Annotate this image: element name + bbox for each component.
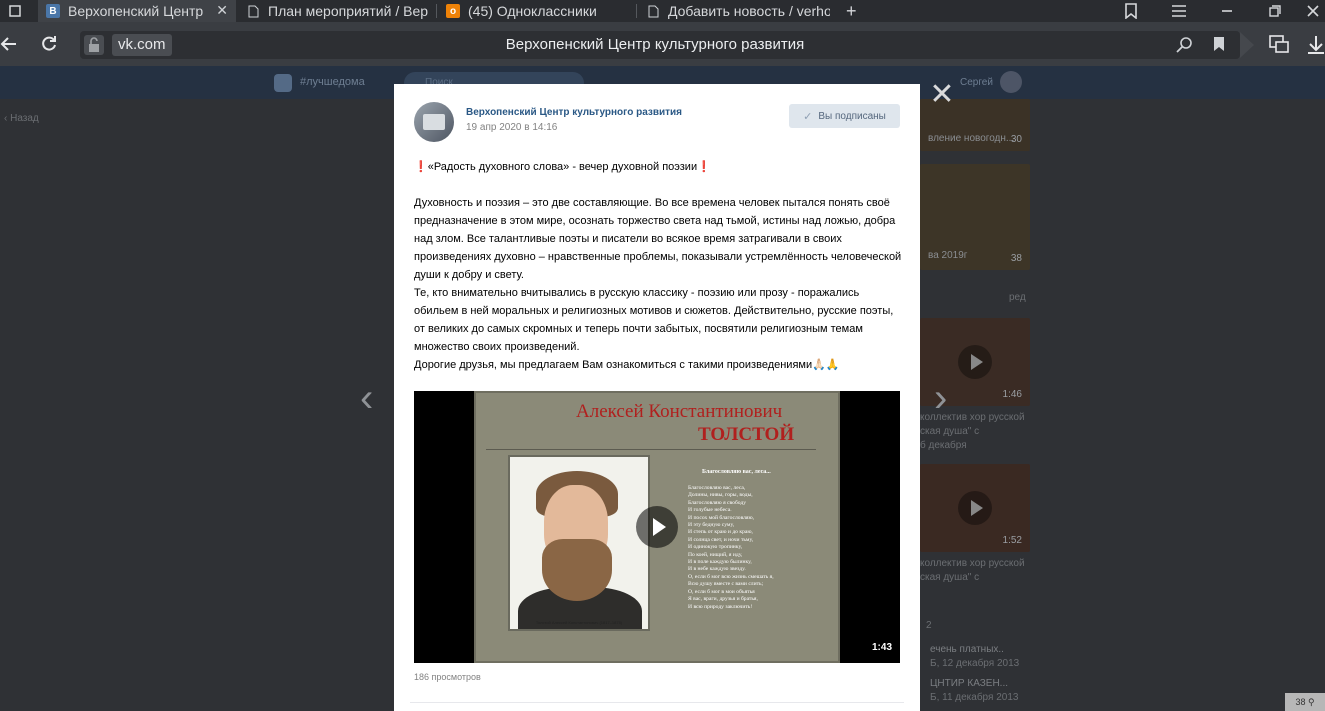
- online-counter[interactable]: 38 ⚲: [1285, 693, 1325, 711]
- play-icon: [958, 491, 992, 525]
- new-tab-button[interactable]: +: [846, 0, 872, 22]
- side-count: 2: [926, 620, 932, 631]
- poem-title: Благословляю вас, леса...: [702, 469, 771, 475]
- slide-title: Алексей Константинович: [576, 401, 783, 422]
- view-count: 186 просмотров: [414, 672, 481, 682]
- poem-text: Благословляю вас, леса, Долины, нивы, го…: [688, 485, 774, 610]
- exclamation-icon: ❗: [414, 161, 428, 173]
- related-strip: [1030, 99, 1325, 711]
- minimize-icon[interactable]: [1212, 0, 1242, 22]
- vk-hashtag[interactable]: #лучшедома: [300, 76, 365, 88]
- chat-icon[interactable]: [1268, 34, 1290, 56]
- close-window-icon[interactable]: [1298, 0, 1325, 22]
- post-title-line: ❗«Радость духовного слова» - вечер духов…: [414, 161, 711, 173]
- vk-user-name[interactable]: Сергей: [960, 77, 993, 88]
- ok-favicon-icon: o: [446, 4, 460, 18]
- divider: [410, 702, 904, 703]
- portrait-image: Толстой Алексей Константинович (1817–187…: [508, 455, 650, 631]
- group-avatar[interactable]: [414, 102, 454, 142]
- download-icon[interactable]: [1306, 34, 1325, 56]
- video-player[interactable]: Алексей Константинович ТОЛСТОЙ Толстой А…: [414, 391, 900, 663]
- video-duration: 1:43: [871, 642, 892, 653]
- user-avatar[interactable]: [1000, 71, 1022, 93]
- group-name-link[interactable]: Верхопенский Центр культурного развития: [466, 107, 682, 118]
- doc-link[interactable]: ечень платных..: [930, 644, 1004, 655]
- address-bar: vk.com Верхопенский Центр культурного ра…: [0, 22, 1325, 66]
- post-text: ❗«Радость духовного слова» - вечер духов…: [414, 158, 904, 374]
- address-page-title: Верхопенский Центр культурного развития: [505, 36, 805, 53]
- subscribed-button[interactable]: ✓ Вы подписаны: [789, 104, 900, 128]
- slide-title: ТОЛСТОЙ: [698, 424, 795, 445]
- play-icon[interactable]: [636, 506, 678, 548]
- tab-odnoklassniki[interactable]: o (45) Одноклассники: [438, 0, 634, 22]
- doc-link[interactable]: ЦНТИР КАЗЕН...: [930, 678, 1008, 689]
- screen: B Верхопенский Центр культурного развити…: [0, 0, 1325, 711]
- portrait-caption: Толстой Алексей Константинович (1817–187…: [535, 620, 623, 625]
- tab-add-news[interactable]: Добавить новость / verhopen: [638, 0, 834, 22]
- slide-divider: [486, 449, 816, 450]
- tab-plan[interactable]: План мероприятий / Верхопенский Центр: [238, 0, 434, 22]
- vk-favicon-icon: B: [46, 4, 60, 18]
- back-link[interactable]: ‹ Назад: [4, 113, 39, 124]
- close-modal-icon[interactable]: ✕: [928, 80, 956, 110]
- video-thumb[interactable]: 1:52: [920, 464, 1030, 552]
- exclamation-icon: ❗: [697, 161, 711, 173]
- next-post-icon[interactable]: ›: [934, 378, 947, 418]
- post-modal: Верхопенский Центр культурного развития …: [394, 84, 920, 711]
- check-icon: ✓: [803, 110, 813, 123]
- tab-separator: [436, 4, 437, 18]
- search-icon[interactable]: [1176, 36, 1194, 54]
- page-icon: [246, 4, 260, 18]
- prev-post-icon[interactable]: ‹: [360, 378, 373, 418]
- page-icon: [646, 4, 660, 18]
- sidebar-toggle-icon[interactable]: [0, 0, 30, 22]
- bookmarks-icon[interactable]: [1116, 0, 1146, 22]
- menu-icon[interactable]: [1164, 0, 1194, 22]
- bookmark-icon[interactable]: [1212, 36, 1228, 54]
- tab-vk[interactable]: B Верхопенский Центр культурного развити…: [38, 0, 236, 22]
- tab-close-icon[interactable]: ✕: [216, 2, 228, 19]
- post-paragraph: Те, кто внимательно вчитывались в русску…: [414, 287, 894, 353]
- restore-icon[interactable]: [1260, 0, 1290, 22]
- post-paragraph: Духовность и поэзия – это две составляющ…: [414, 197, 902, 281]
- play-icon: [958, 345, 992, 379]
- album-thumb[interactable]: ва 2019г 38: [920, 164, 1030, 270]
- side-edit-label[interactable]: ред: [1009, 292, 1026, 303]
- video-caption[interactable]: коллектив хор русской: [920, 558, 1025, 569]
- post-paragraph: Дорогие друзья, мы предлагаем Вам ознако…: [414, 359, 840, 371]
- vk-logo-icon[interactable]: [274, 74, 292, 92]
- post-date[interactable]: 19 апр 2020 в 14:16: [466, 122, 557, 133]
- browser-tabbar: B Верхопенский Центр культурного развити…: [0, 0, 1325, 22]
- tab-separator: [636, 4, 637, 18]
